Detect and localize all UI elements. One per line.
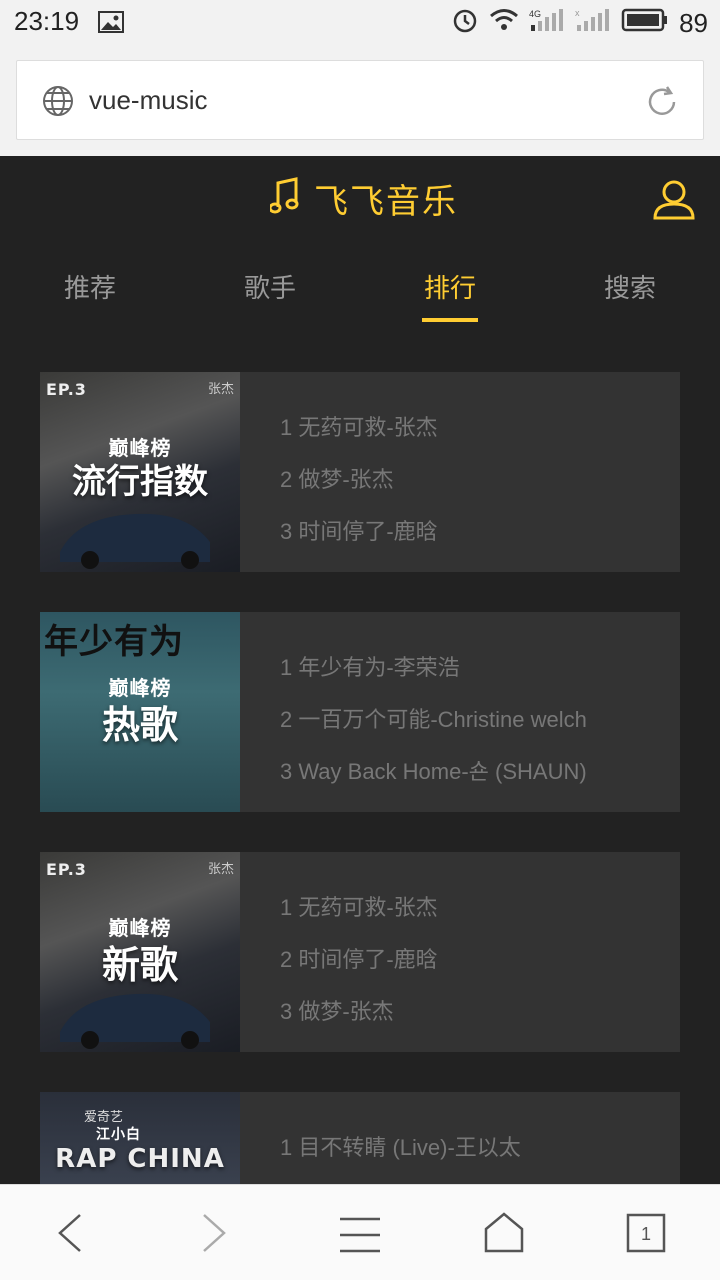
song-item: 3 做梦-张杰	[280, 999, 394, 1024]
svg-text:4G: 4G	[529, 9, 541, 19]
forward-icon[interactable]	[196, 1209, 232, 1261]
cover-sponsor-label: 江小白	[96, 1127, 141, 1143]
reload-icon[interactable]	[643, 83, 681, 125]
signal-empty-icon: x	[575, 7, 611, 40]
song-item: 3 时间停了-鹿晗	[280, 519, 438, 544]
tab-rank[interactable]: 排行	[360, 256, 540, 320]
toplist-item[interactable]: 爱奇艺 江小白 RAP CHINA 1 目不转睛 (Live)-王以太 2	[40, 1092, 680, 1184]
tab-bar: 推荐 歌手 排行 搜索	[0, 256, 720, 320]
tab-singer[interactable]: 歌手	[180, 256, 360, 320]
toplist-cover: EP.3 张杰 巅峰榜 流行指数	[40, 372, 240, 572]
toplist-item[interactable]: EP.3 张杰 巅峰榜 流行指数 1 无药可救-张杰 2 做梦-张杰 3 时间停…	[40, 372, 680, 572]
app-title: 飞飞音乐	[314, 182, 458, 222]
cover-ep-label: EP.3	[46, 380, 87, 399]
home-icon[interactable]	[482, 1211, 526, 1259]
toplist-item[interactable]: EP.3 张杰 巅峰榜 新歌 1 无药可救-张杰 2 时间停了-鹿晗 3 做梦-…	[40, 852, 680, 1052]
tabs-count-icon[interactable]: 1	[626, 1213, 666, 1257]
svg-text:x: x	[575, 8, 580, 18]
cover-badge-big: 新歌	[101, 943, 178, 987]
cover-badge-big: 流行指数	[72, 462, 208, 502]
song-item: 1 无药可救-张杰	[280, 415, 438, 440]
song-item: 3 Way Back Home-숀 (SHAUN)	[280, 759, 587, 784]
music-note-icon	[268, 176, 300, 221]
wifi-icon	[489, 7, 519, 40]
cover-artist-label: 张杰	[207, 382, 234, 397]
user-icon[interactable]	[652, 178, 696, 226]
song-item: 2 做梦-张杰	[280, 467, 394, 492]
toplist-songs: 1 年少有为-李荣浩 2 一百万个可能-Christine welch 3 Wa…	[240, 612, 680, 812]
app-header: 飞飞音乐	[0, 156, 720, 240]
toplist-cover: EP.3 张杰 巅峰榜 新歌	[40, 852, 240, 1052]
battery-level: 89	[679, 8, 708, 38]
menu-icon[interactable]	[338, 1215, 382, 1259]
browser-toolbar: 1	[0, 1184, 720, 1280]
toplist-cover: 爱奇艺 江小白 RAP CHINA	[40, 1092, 240, 1184]
song-item: 2 时间停了-鹿晗	[280, 947, 438, 972]
song-item: 1 年少有为-李荣浩	[280, 655, 460, 680]
toplist: EP.3 张杰 巅峰榜 流行指数 1 无药可救-张杰 2 做梦-张杰 3 时间停…	[40, 372, 680, 1184]
cover-badge-big: RAP CHINA	[55, 1144, 225, 1174]
song-item: 1 目不转睛 (Live)-王以太	[280, 1135, 521, 1160]
tab-search[interactable]: 搜索	[540, 256, 720, 320]
toplist-songs: 1 目不转睛 (Live)-王以太 2	[240, 1092, 680, 1184]
toplist-songs: 1 无药可救-张杰 2 时间停了-鹿晗 3 做梦-张杰	[240, 852, 680, 1052]
cover-brand-label: 爱奇艺	[84, 1110, 124, 1125]
cover-artist-label: 张杰	[207, 862, 234, 877]
browser-address-area: vue-music	[0, 46, 720, 156]
song-item: 2 一百万个可能-Christine welch	[280, 707, 587, 732]
app-logo: 飞飞音乐	[268, 174, 458, 223]
toplist-item[interactable]: 年少有为 巅峰榜 热歌 1 年少有为-李荣浩 2 一百万个可能-Christin…	[40, 612, 680, 812]
tab-recommend[interactable]: 推荐	[0, 256, 180, 320]
address-bar[interactable]: vue-music	[16, 60, 704, 140]
cover-badge-big: 热歌	[101, 703, 178, 747]
status-time: 23:19	[14, 6, 80, 36]
cover-title-label: 年少有为	[44, 622, 184, 662]
url-text[interactable]: vue-music	[89, 85, 207, 116]
song-item: 1 无药可救-张杰	[280, 895, 438, 920]
battery-icon	[621, 8, 669, 39]
cover-ep-label: EP.3	[46, 860, 87, 879]
status-bar: 23:19 4G x 89	[0, 0, 720, 46]
app-container: 飞飞音乐 推荐 歌手 排行 搜索 EP.3 张杰 巅峰榜 流行指数 1 无药可救…	[0, 156, 720, 1184]
globe-icon	[41, 84, 75, 122]
image-notification-icon	[98, 11, 124, 37]
back-icon[interactable]	[52, 1209, 88, 1261]
signal-4g-icon: 4G	[529, 7, 565, 40]
alarm-icon	[451, 6, 479, 41]
toplist-cover: 年少有为 巅峰榜 热歌	[40, 612, 240, 812]
tab-count: 1	[641, 1224, 651, 1244]
toplist-songs: 1 无药可救-张杰 2 做梦-张杰 3 时间停了-鹿晗	[240, 372, 680, 572]
song-item: 2	[280, 1174, 680, 1184]
